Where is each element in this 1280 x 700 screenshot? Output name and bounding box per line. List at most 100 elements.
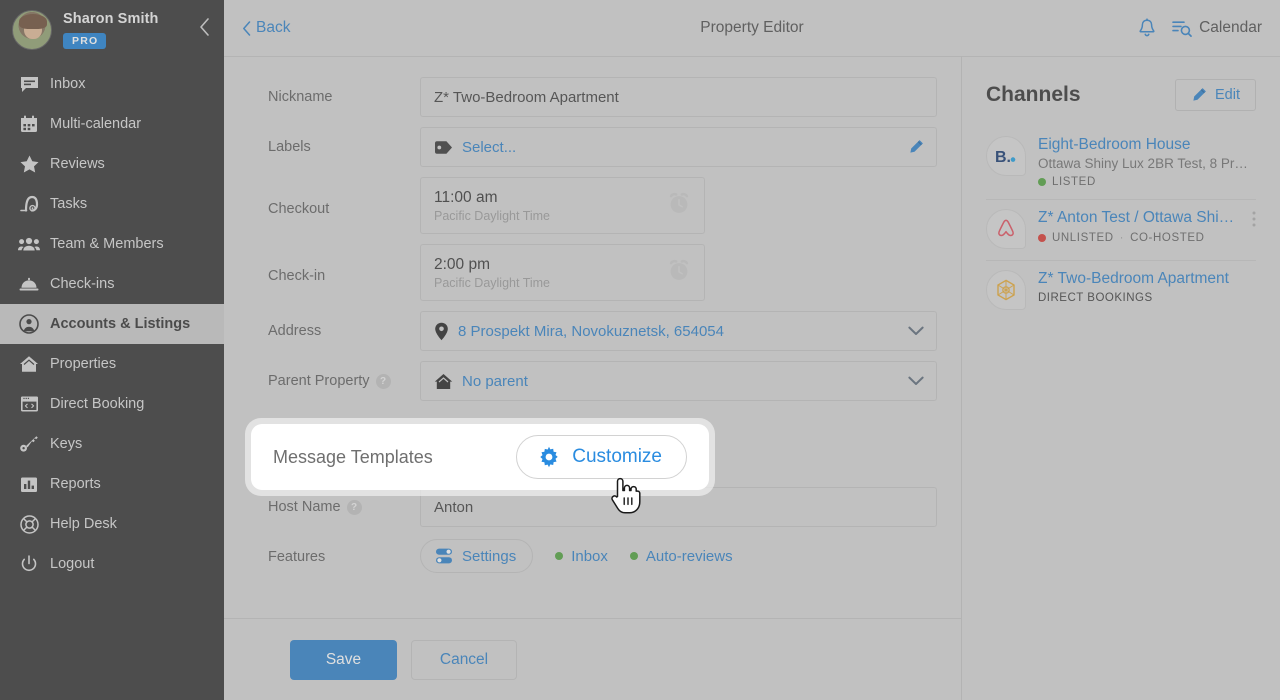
alarm-clock-icon <box>666 257 692 283</box>
content-area: Nickname Z* Two-Bedroom Apartment Labels <box>224 56 1280 700</box>
checkin-time-field[interactable]: 2:00 pm Pacific Daylight Time <box>420 244 705 301</box>
sidebar-item-team-members[interactable]: Team & Members <box>0 224 224 264</box>
status-dot-icon <box>629 552 638 560</box>
save-button[interactable]: Save <box>290 639 397 680</box>
help-icon[interactable]: ? <box>346 499 362 515</box>
sidebar-item-reviews[interactable]: Reviews <box>0 144 224 184</box>
sidebar-item-label: Check-ins <box>50 276 115 292</box>
sidebar-item-reports[interactable]: Reports <box>0 464 224 504</box>
page-title: Property Editor <box>700 19 804 36</box>
form-label-text: Parent Property <box>268 373 370 389</box>
nickname-input[interactable]: Z* Two-Bedroom Apartment <box>420 77 937 117</box>
channels-edit-button[interactable]: Edit <box>1175 79 1256 111</box>
chevron-down-icon[interactable] <box>908 376 924 386</box>
checkin-timezone: Pacific Daylight Time <box>434 275 551 290</box>
people-icon <box>14 237 44 251</box>
booking-com-icon: B. <box>986 136 1026 176</box>
form-row-features: Features Settings Inbox Auto-reviews <box>224 537 961 573</box>
chevron-down-icon[interactable] <box>908 326 924 336</box>
form-row-labels: Labels Select... <box>224 127 961 167</box>
channel-name[interactable]: Z* Anton Test / Ottawa Shi… <box>1038 209 1252 227</box>
direct-booking-hexagon-icon <box>986 270 1026 310</box>
channel-name[interactable]: Eight-Bedroom House <box>1038 136 1252 154</box>
notification-bell-icon[interactable] <box>1138 18 1156 38</box>
inbox-chat-icon <box>14 76 44 93</box>
sidebar-item-properties[interactable]: Properties <box>0 344 224 384</box>
channel-status: LISTED <box>1038 176 1256 188</box>
home-icon <box>434 373 453 390</box>
channel-row[interactable]: B. Eight-Bedroom House Ottawa Shiny Lux … <box>986 127 1256 199</box>
app-root: Sharon Smith PRO Inbox Multi-calendar Re… <box>0 0 1280 700</box>
channels-title: Channels <box>986 83 1081 106</box>
address-dropdown[interactable]: 8 Prospekt Mira, Novokuznetsk, 654054 <box>420 311 937 351</box>
form-label: Labels <box>268 139 311 155</box>
sidebar-item-label: Help Desk <box>50 516 117 532</box>
sidebar: Sharon Smith PRO Inbox Multi-calendar Re… <box>0 0 224 700</box>
sidebar-item-multi-calendar[interactable]: Multi-calendar <box>0 104 224 144</box>
user-meta: Sharon Smith PRO <box>63 11 158 49</box>
sidebar-item-inbox[interactable]: Inbox <box>0 64 224 104</box>
user-circle-icon <box>14 314 44 334</box>
feature-auto-reviews[interactable]: Auto-reviews <box>629 548 733 565</box>
channel-name[interactable]: Z* Two-Bedroom Apartment <box>1038 270 1256 288</box>
customize-button[interactable]: Customize <box>516 435 687 479</box>
form-row-checkin: Check-in 2:00 pm Pacific Daylight Time <box>224 244 961 301</box>
status-dot-icon <box>555 552 564 560</box>
channel-subtitle: Ottawa Shiny Lux 2BR Test, 8 Pros… <box>1038 156 1252 171</box>
labels-select[interactable]: Select... <box>420 127 937 167</box>
channel-row[interactable]: Z* Two-Bedroom Apartment DIRECT BOOKINGS <box>986 260 1256 321</box>
sidebar-item-tasks[interactable]: Tasks <box>0 184 224 224</box>
parent-property-value: No parent <box>462 372 528 390</box>
channels-edit-label: Edit <box>1215 87 1240 103</box>
alarm-clock-icon <box>666 190 692 216</box>
help-icon[interactable]: ? <box>375 373 391 389</box>
feature-inbox[interactable]: Inbox <box>555 548 608 565</box>
sidebar-item-label: Keys <box>50 436 83 452</box>
dots-vertical-icon[interactable] <box>1252 211 1256 227</box>
channel-status-separator: · <box>1119 232 1125 244</box>
topbar: Back Property Editor Calendar <box>224 0 1280 56</box>
sidebar-user[interactable]: Sharon Smith PRO <box>0 0 224 64</box>
sidebar-item-label: Direct Booking <box>50 396 145 412</box>
cancel-button[interactable]: Cancel <box>411 639 517 680</box>
calendar-button[interactable]: Calendar <box>1172 19 1262 37</box>
back-button[interactable]: Back <box>242 19 290 37</box>
channel-direct-label: DIRECT BOOKINGS <box>1038 292 1153 304</box>
channels-panel: Channels Edit B. Eight-Bedroom House Ott… <box>962 56 1280 700</box>
home-icon <box>14 355 44 373</box>
settings-button[interactable]: Settings <box>420 539 534 573</box>
map-pin-icon <box>434 322 449 341</box>
sidebar-item-direct-booking[interactable]: Direct Booking <box>0 384 224 424</box>
form-label-text: Host Name <box>268 499 341 515</box>
bar-chart-icon <box>14 476 44 493</box>
customize-label: Customize <box>572 446 662 467</box>
features-list: Settings Inbox Auto-reviews <box>420 537 937 573</box>
sidebar-item-keys[interactable]: Keys <box>0 424 224 464</box>
sidebar-item-help-desk[interactable]: Help Desk <box>0 504 224 544</box>
channel-row[interactable]: Z* Anton Test / Ottawa Shi… UNLISTED · C… <box>986 199 1256 260</box>
channel-body: Z* Two-Bedroom Apartment DIRECT BOOKINGS <box>1038 270 1256 310</box>
browser-code-icon <box>14 395 44 413</box>
pencil-icon[interactable] <box>908 139 924 155</box>
sidebar-item-accounts-listings[interactable]: Accounts & Listings <box>0 304 224 344</box>
pro-badge: PRO <box>63 32 107 49</box>
parent-property-dropdown[interactable]: No parent <box>420 361 937 401</box>
checkout-time-field[interactable]: 11:00 am Pacific Daylight Time <box>420 177 705 234</box>
sidebar-item-check-ins[interactable]: Check-ins <box>0 264 224 304</box>
avatar <box>12 10 52 50</box>
sidebar-item-logout[interactable]: Logout <box>0 544 224 584</box>
checkin-value: 2:00 pm <box>434 255 491 273</box>
channel-status-extra: CO-HOSTED <box>1130 232 1205 244</box>
main-area: Back Property Editor Calendar Nickname Z… <box>224 0 1280 700</box>
chevron-left-icon[interactable] <box>199 18 210 36</box>
channel-body: Eight-Bedroom House Ottawa Shiny Lux 2BR… <box>1038 136 1256 188</box>
form-label: Address <box>268 323 322 339</box>
channel-status-label: UNLISTED <box>1052 232 1114 244</box>
form-footer: Save Cancel <box>224 618 961 700</box>
nickname-value: Z* Two-Bedroom Apartment <box>434 88 619 106</box>
sidebar-item-label: Reports <box>50 476 101 492</box>
channel-body: Z* Anton Test / Ottawa Shi… UNLISTED · C… <box>1038 209 1256 249</box>
toggles-icon <box>434 547 454 565</box>
bell-service-icon <box>14 277 44 292</box>
labels-value: Select... <box>462 138 517 156</box>
